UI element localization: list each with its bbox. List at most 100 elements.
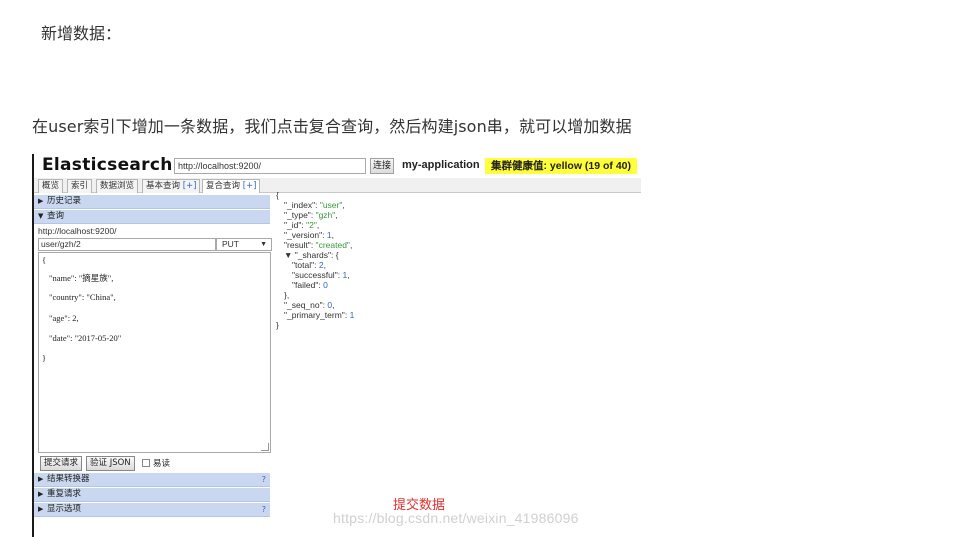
query-panel: ▶ 历史记录 ▼ 查询 http://localhost:9200/ user/gz… — [34, 193, 272, 537]
request-body-editor[interactable]: { "name": "摘星族", "country": "China", "ag… — [38, 252, 271, 453]
pretty-print-label: 易读 — [153, 459, 171, 469]
response-key: }, — [284, 290, 290, 300]
response-key: "_id": — [284, 220, 307, 230]
body-line: "age": 2, — [49, 313, 79, 323]
validate-json-button[interactable]: 验证 JSON — [86, 456, 135, 471]
response-punct: , — [316, 220, 320, 230]
response-line: "_index": "user", — [284, 200, 345, 210]
app-logo: Elasticsearch — [42, 155, 173, 175]
response-line: "result": "created", — [284, 240, 352, 250]
triangle-right-icon: ▶ — [38, 490, 44, 498]
tab-label: 索引 — [71, 181, 89, 191]
response-value: "2" — [306, 220, 317, 230]
blog-paragraph: 在user索引下增加一条数据，我们点击复合查询，然后构建json串，就可以增加数… — [32, 117, 632, 136]
dropdown-arrow-icon: ▼ — [260, 241, 267, 248]
tab-compound-query[interactable]: 复合查询 [+] — [202, 179, 261, 193]
query-section-header[interactable]: ▼ 查询 — [34, 210, 270, 224]
response-line: }, — [284, 290, 289, 300]
request-path-input[interactable]: user/gzh/2 — [38, 238, 216, 251]
response-key: "result": — [284, 240, 316, 250]
response-key: "_version": — [284, 230, 327, 240]
response-line: "_version": 1, — [284, 230, 334, 240]
response-line: "_type": "gzh", — [284, 210, 338, 220]
response-viewer: {"_index": "user", "_type": "gzh", "_id": … — [276, 190, 636, 390]
section-label: 结果转换器 — [47, 474, 90, 484]
response-value: "gzh" — [315, 210, 336, 220]
response-value: 0 — [323, 280, 328, 290]
response-value: "created" — [315, 240, 350, 250]
help-icon[interactable]: ? — [262, 503, 266, 516]
tab-label: 基本查询 — [146, 181, 181, 191]
endpoint-input[interactable]: http://localhost:9200/ — [38, 225, 266, 238]
response-line: "failed": 0 — [292, 280, 328, 290]
tab-add-icon[interactable]: [+] — [183, 181, 197, 191]
connect-button[interactable]: 连接 — [370, 158, 394, 174]
response-line: "_id": "2", — [284, 220, 319, 230]
tab-label: 概览 — [42, 181, 60, 191]
response-punct: , — [349, 240, 353, 250]
cluster-health-badge: 集群健康值: yellow (19 of 40) — [485, 158, 638, 174]
response-line: "_seq_no": 0, — [284, 300, 334, 310]
response-line: "_primary_term": 1 — [284, 310, 354, 320]
response-punct: , — [347, 270, 350, 280]
tab-browser[interactable]: 数据浏览 — [96, 179, 139, 193]
http-method-select[interactable]: PUT ▼ — [216, 238, 272, 251]
triangle-right-icon: ▶ — [38, 475, 44, 483]
help-icon[interactable]: ? — [262, 473, 266, 486]
repeat-request-section[interactable]: ▶ 重复请求 — [34, 488, 270, 502]
cluster-name: my-application — [402, 159, 480, 171]
body-line: "country": "China", — [49, 292, 116, 302]
response-line: } — [276, 320, 279, 330]
section-label: 显示选项 — [47, 504, 82, 514]
tab-add-icon[interactable]: [+] — [243, 181, 257, 191]
response-line: "total": 2, — [292, 260, 326, 270]
watermark-text: https://blog.csdn.net/weixin_41986096 — [333, 510, 579, 526]
response-punct: , — [331, 230, 334, 240]
response-line: ▼ "_shards": { — [284, 250, 339, 260]
response-punct: , — [335, 210, 338, 220]
tab-label: 复合查询 — [206, 181, 241, 191]
method-value: PUT — [222, 239, 239, 249]
pretty-print-checkbox[interactable] — [142, 459, 150, 467]
triangle-right-icon: ▶ — [38, 197, 44, 205]
response-key: "successful": — [292, 270, 343, 280]
response-key: "total": — [292, 260, 319, 270]
section-label: 重复请求 — [47, 489, 82, 499]
tab-label: 数据浏览 — [100, 181, 135, 191]
response-key: "failed": — [292, 280, 324, 290]
server-url-input[interactable]: http://localhost:9200/ — [174, 158, 366, 174]
response-line: "successful": 1, — [292, 270, 350, 280]
app-header: Elasticsearch http://localhost:9200/ 连接 … — [34, 154, 641, 178]
response-key: "_type": — [284, 210, 316, 220]
submit-request-button[interactable]: 提交请求 — [40, 456, 83, 471]
query-actions: 提交请求 验证 JSON 易读 — [38, 456, 270, 471]
response-key[interactable]: ▼ "_shards": { — [284, 250, 339, 260]
body-line: { — [42, 255, 47, 265]
display-options-section[interactable]: ▶ 显示选项? — [34, 503, 270, 517]
response-value: "user" — [319, 200, 343, 210]
request-path-row: user/gzh/2 PUT ▼ — [38, 238, 272, 251]
response-punct: , — [342, 200, 345, 210]
response-key: "_primary_term": — [284, 310, 350, 320]
tab-basic-query[interactable]: 基本查询 [+] — [142, 179, 201, 193]
triangle-down-icon: ▼ — [38, 212, 44, 220]
response-value: 1 — [349, 310, 355, 320]
tab-indices[interactable]: 索引 — [67, 179, 93, 193]
body-line: } — [42, 353, 47, 363]
body-line: "name": "摘星族", — [49, 273, 114, 283]
body-line: "date": "2017-05-20" — [49, 333, 122, 343]
section-label: 历史记录 — [47, 196, 82, 206]
triangle-right-icon: ▶ — [38, 505, 44, 513]
resize-grip-icon[interactable] — [261, 443, 269, 451]
response-key: "_index": — [284, 200, 320, 210]
response-punct: , — [323, 260, 326, 270]
result-transformer-section[interactable]: ▶ 结果转换器? — [34, 473, 270, 487]
response-key: "_seq_no": — [284, 300, 328, 310]
section-label: 查询 — [47, 211, 65, 221]
response-line: { — [276, 190, 279, 200]
elasticsearch-head-screenshot: Elasticsearch http://localhost:9200/ 连接 … — [32, 154, 641, 537]
blog-heading: 新增数据： — [41, 24, 122, 43]
tab-overview[interactable]: 概览 — [38, 179, 64, 193]
history-section-header[interactable]: ▶ 历史记录 — [34, 195, 270, 209]
response-punct: , — [332, 300, 335, 310]
